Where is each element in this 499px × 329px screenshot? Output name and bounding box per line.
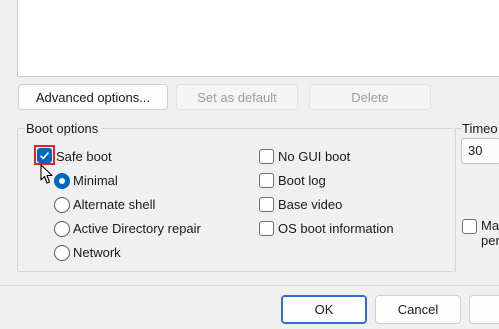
radio-active-directory-repair[interactable]: [54, 221, 70, 237]
make-permanent-checkbox[interactable]: [462, 219, 477, 234]
boot-log-checkbox[interactable]: [259, 173, 274, 188]
active-directory-repair-label: Active Directory repair: [73, 221, 201, 236]
highlight-box: [34, 145, 55, 165]
base-video-label: Base video: [278, 197, 343, 212]
timeout-input[interactable]: 30: [461, 138, 499, 164]
apply-button[interactable]: [469, 295, 499, 324]
set-as-default-button[interactable]: Set as default: [176, 84, 298, 110]
radio-network[interactable]: [54, 245, 70, 261]
radio-alternate-shell[interactable]: [54, 197, 70, 213]
advanced-options-button[interactable]: Advanced options...: [18, 84, 168, 110]
cancel-button[interactable]: Cancel: [375, 295, 461, 324]
radio-minimal[interactable]: [54, 173, 70, 189]
make-permanent-label-line1: Ma: [481, 218, 499, 233]
no-gui-boot-checkbox[interactable]: [259, 149, 274, 164]
mouse-cursor-icon: [40, 164, 53, 184]
timeout-label: Timeo: [462, 121, 499, 137]
boot-options-title: Boot options: [25, 121, 102, 136]
boot-log-label: Boot log: [278, 173, 326, 188]
os-boot-information-checkbox[interactable]: [259, 221, 274, 236]
os-list[interactable]: [17, 0, 499, 77]
alternate-shell-label: Alternate shell: [73, 197, 156, 212]
minimal-label: Minimal: [73, 173, 118, 188]
network-label: Network: [73, 245, 121, 260]
base-video-checkbox[interactable]: [259, 197, 274, 212]
safe-boot-label: Safe boot: [56, 149, 112, 164]
make-permanent-label-line2: per: [481, 233, 499, 248]
no-gui-boot-label: No GUI boot: [278, 149, 351, 164]
delete-button[interactable]: Delete: [309, 84, 431, 110]
os-boot-information-label: OS boot information: [278, 221, 394, 236]
timeout-value: 30: [468, 143, 483, 158]
ok-button[interactable]: OK: [281, 295, 367, 324]
